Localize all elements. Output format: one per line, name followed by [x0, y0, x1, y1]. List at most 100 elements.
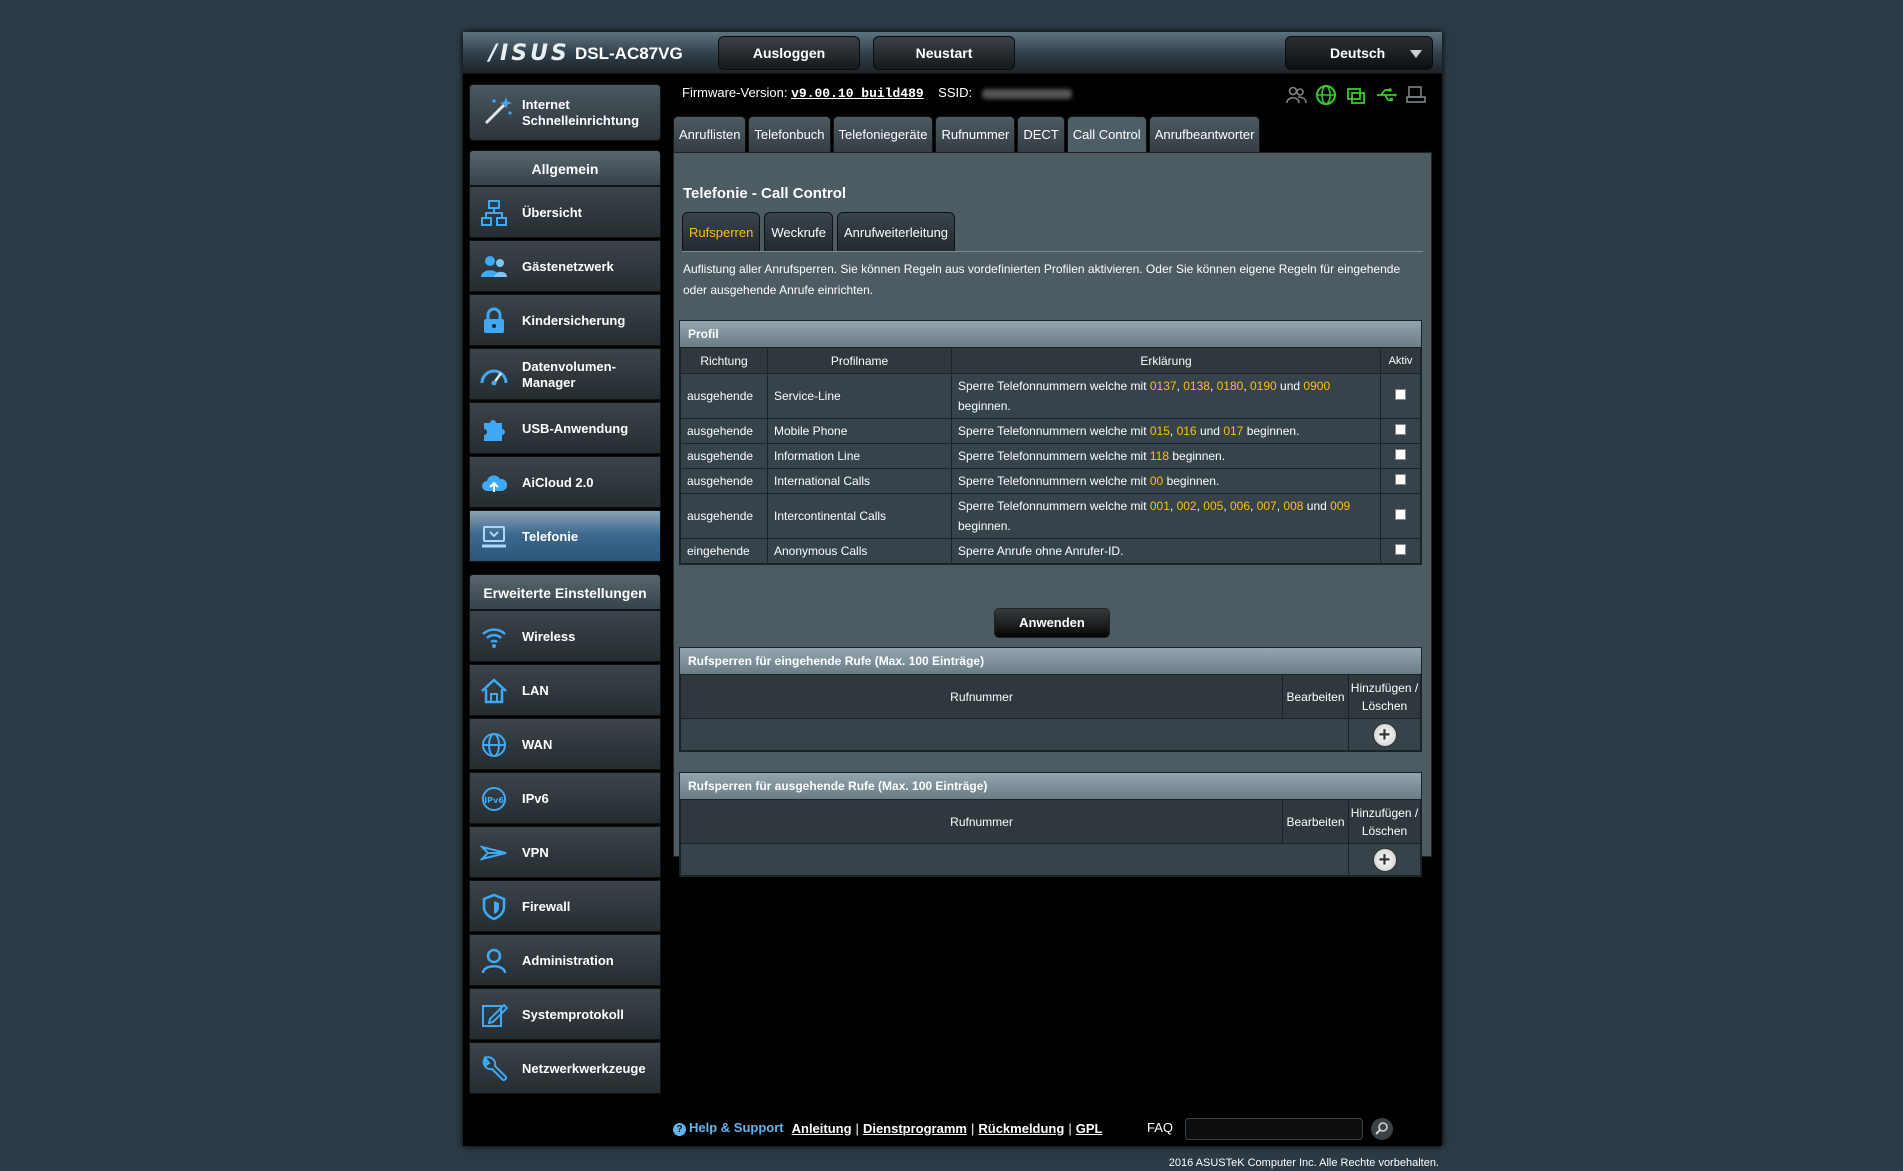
usb-status-icon[interactable] — [1375, 84, 1397, 106]
user-icon — [481, 948, 507, 974]
prefix-code: 005 — [1203, 499, 1224, 513]
manual-link[interactable]: Anleitung — [792, 1121, 852, 1136]
wireless-status-icon[interactable] — [1345, 84, 1367, 106]
active-checkbox[interactable] — [1395, 389, 1406, 400]
active-checkbox[interactable] — [1395, 424, 1406, 435]
sidebar-item-wan[interactable]: WAN — [469, 718, 661, 770]
telephony-icon — [482, 526, 506, 548]
sidebar-item-label: Administration — [522, 953, 614, 968]
sidebar-item-overview[interactable]: Übersicht — [469, 186, 661, 238]
clients-icon[interactable] — [1285, 84, 1307, 106]
explanation-text: Sperre Telefonnummern welche mit — [958, 474, 1150, 488]
incoming-number-input-cell[interactable] — [680, 718, 1349, 751]
ssid-label: SSID: — [938, 85, 973, 100]
sidebar-item-network-tools[interactable]: Netzwerkwerkzeuge — [469, 1042, 661, 1094]
sidebar-item-vpn[interactable]: VPN — [469, 826, 661, 878]
firmware-version-link[interactable]: v9.00.10_build489 — [791, 86, 924, 101]
tab-call-control[interactable]: Call Control — [1066, 116, 1147, 153]
explanation-suffix: beginnen. — [1243, 424, 1300, 438]
outgoing-barring-table: Rufsperren für ausgehende Rufe (Max. 100… — [679, 772, 1422, 877]
active-checkbox[interactable] — [1395, 509, 1406, 520]
content-panel: Telefonie - Call Control Rufsperren Weck… — [673, 152, 1432, 877]
tab-answering-machine[interactable]: Anrufbeantworter — [1148, 116, 1261, 153]
sidebar-item-label: AiCloud 2.0 — [522, 475, 594, 490]
outgoing-number-input-cell[interactable] — [680, 843, 1349, 876]
shield-icon — [482, 893, 506, 921]
explanation-suffix: beginnen. — [1169, 449, 1226, 463]
model-name: DSL-AC87VG — [575, 44, 683, 63]
network-map-icon — [481, 200, 507, 226]
sidebar-item-label: Firewall — [522, 899, 571, 914]
quick-setup-button[interactable]: Internet Schnelleinrichtung — [469, 84, 661, 141]
apply-button[interactable]: Anwenden — [994, 608, 1110, 638]
profile-name-cell: Information Line — [767, 443, 952, 469]
sidebar-item-aicloud[interactable]: AiCloud 2.0 — [469, 456, 661, 508]
sidebar-item-parental-control[interactable]: Kindersicherung — [469, 294, 661, 346]
outgoing-table-title: Rufsperren für ausgehende Rufe (Max. 100… — [680, 773, 1421, 799]
col-edit: Bearbeiten — [1282, 799, 1349, 844]
active-cell — [1380, 443, 1421, 469]
sidebar-item-guest-network[interactable]: Gästenetzwerk — [469, 240, 661, 292]
subtab-wakeup-calls[interactable]: Weckrufe — [764, 212, 833, 252]
sidebar-item-administration[interactable]: Administration — [469, 934, 661, 986]
sidebar-item-label: Datenvolumen-Manager — [522, 359, 616, 390]
col-direction: Richtung — [680, 347, 768, 374]
sidebar-item-lan[interactable]: LAN — [469, 664, 661, 716]
home-icon — [481, 678, 507, 704]
printer-status-icon[interactable] — [1405, 84, 1427, 106]
tab-phone-number[interactable]: Rufnummer — [935, 116, 1016, 153]
faq-label: FAQ — [1147, 1120, 1174, 1135]
active-cell — [1380, 418, 1421, 444]
subtab-call-forwarding[interactable]: Anrufweiterleitung — [836, 212, 956, 252]
direction-cell: ausgehende — [680, 418, 768, 444]
explanation-cell: Sperre Telefonnummern welche mit 0137, 0… — [951, 373, 1381, 419]
incoming-table-title: Rufsperren für eingehende Rufe (Max. 100… — [680, 648, 1421, 674]
prefix-code: 0138 — [1183, 379, 1210, 393]
help-icon: ? — [673, 1123, 686, 1136]
sidebar-item-usb-application[interactable]: USB-Anwendung — [469, 402, 661, 454]
subtab-call-barring[interactable]: Rufsperren — [682, 212, 761, 252]
add-incoming-button[interactable]: + — [1372, 722, 1397, 747]
logout-button[interactable]: Ausloggen — [718, 36, 860, 70]
active-checkbox[interactable] — [1395, 474, 1406, 485]
sidebar-item-traffic-manager[interactable]: Datenvolumen-Manager — [469, 348, 661, 400]
help-support: ? Help & Support — [673, 1120, 784, 1136]
active-cell — [1380, 373, 1421, 419]
utility-link[interactable]: Dienstprogramm — [863, 1121, 967, 1136]
footer: ? Help & Support Anleitung | Dienstprogram… — [673, 1120, 1102, 1136]
tab-dect[interactable]: DECT — [1017, 116, 1065, 153]
faq-search-input[interactable] — [1185, 1118, 1363, 1140]
top-bar: /ISUS DSL-AC87VG Ausloggen Neustart Deut… — [463, 32, 1442, 74]
language-select[interactable]: Deutsch — [1285, 36, 1433, 70]
tab-call-lists[interactable]: Anruflisten — [673, 116, 747, 153]
profile-name-cell: International Calls — [767, 468, 952, 494]
prefix-code: 002 — [1176, 499, 1197, 513]
sidebar-item-wireless[interactable]: Wireless — [469, 610, 661, 662]
active-checkbox[interactable] — [1395, 449, 1406, 460]
sidebar-item-label: LAN — [522, 683, 549, 698]
sidebar-item-system-log[interactable]: Systemprotokoll — [469, 988, 661, 1040]
asus-logo[interactable]: /ISUS — [489, 41, 570, 66]
internet-status-icon[interactable] — [1315, 84, 1337, 106]
status-icons — [1285, 84, 1427, 106]
sidebar-item-telephony[interactable]: Telefonie — [469, 510, 661, 562]
tab-telephony-devices[interactable]: Telefoniegeräte — [832, 116, 934, 153]
gpl-link[interactable]: GPL — [1076, 1121, 1103, 1136]
reboot-button[interactable]: Neustart — [873, 36, 1015, 70]
tab-phonebook[interactable]: Telefonbuch — [748, 116, 831, 153]
explanation-cell: Sperre Telefonnummern welche mit 00 begi… — [951, 468, 1381, 494]
quick-setup-label: Internet Schnelleinrichtung — [522, 97, 640, 128]
sidebar-item-firewall[interactable]: Firewall — [469, 880, 661, 932]
explanation-text: Sperre Telefonnummern welche mit — [958, 449, 1150, 463]
explanation-suffix: beginnen. — [958, 519, 1011, 533]
col-edit: Bearbeiten — [1282, 674, 1349, 719]
sidebar-item-label: Netzwerkwerkzeuge — [522, 1061, 646, 1076]
prefix-code: 007 — [1256, 499, 1277, 513]
general-section-title: Allgemein — [469, 150, 661, 186]
explanation-cell: Sperre Telefonnummern welche mit 001, 00… — [951, 493, 1381, 539]
sidebar-item-ipv6[interactable]: IPv6 IPv6 — [469, 772, 661, 824]
active-checkbox[interactable] — [1395, 544, 1406, 555]
faq-search-button[interactable] — [1371, 1118, 1393, 1140]
feedback-link[interactable]: Rückmeldung — [978, 1121, 1064, 1136]
add-outgoing-button[interactable]: + — [1372, 847, 1397, 872]
